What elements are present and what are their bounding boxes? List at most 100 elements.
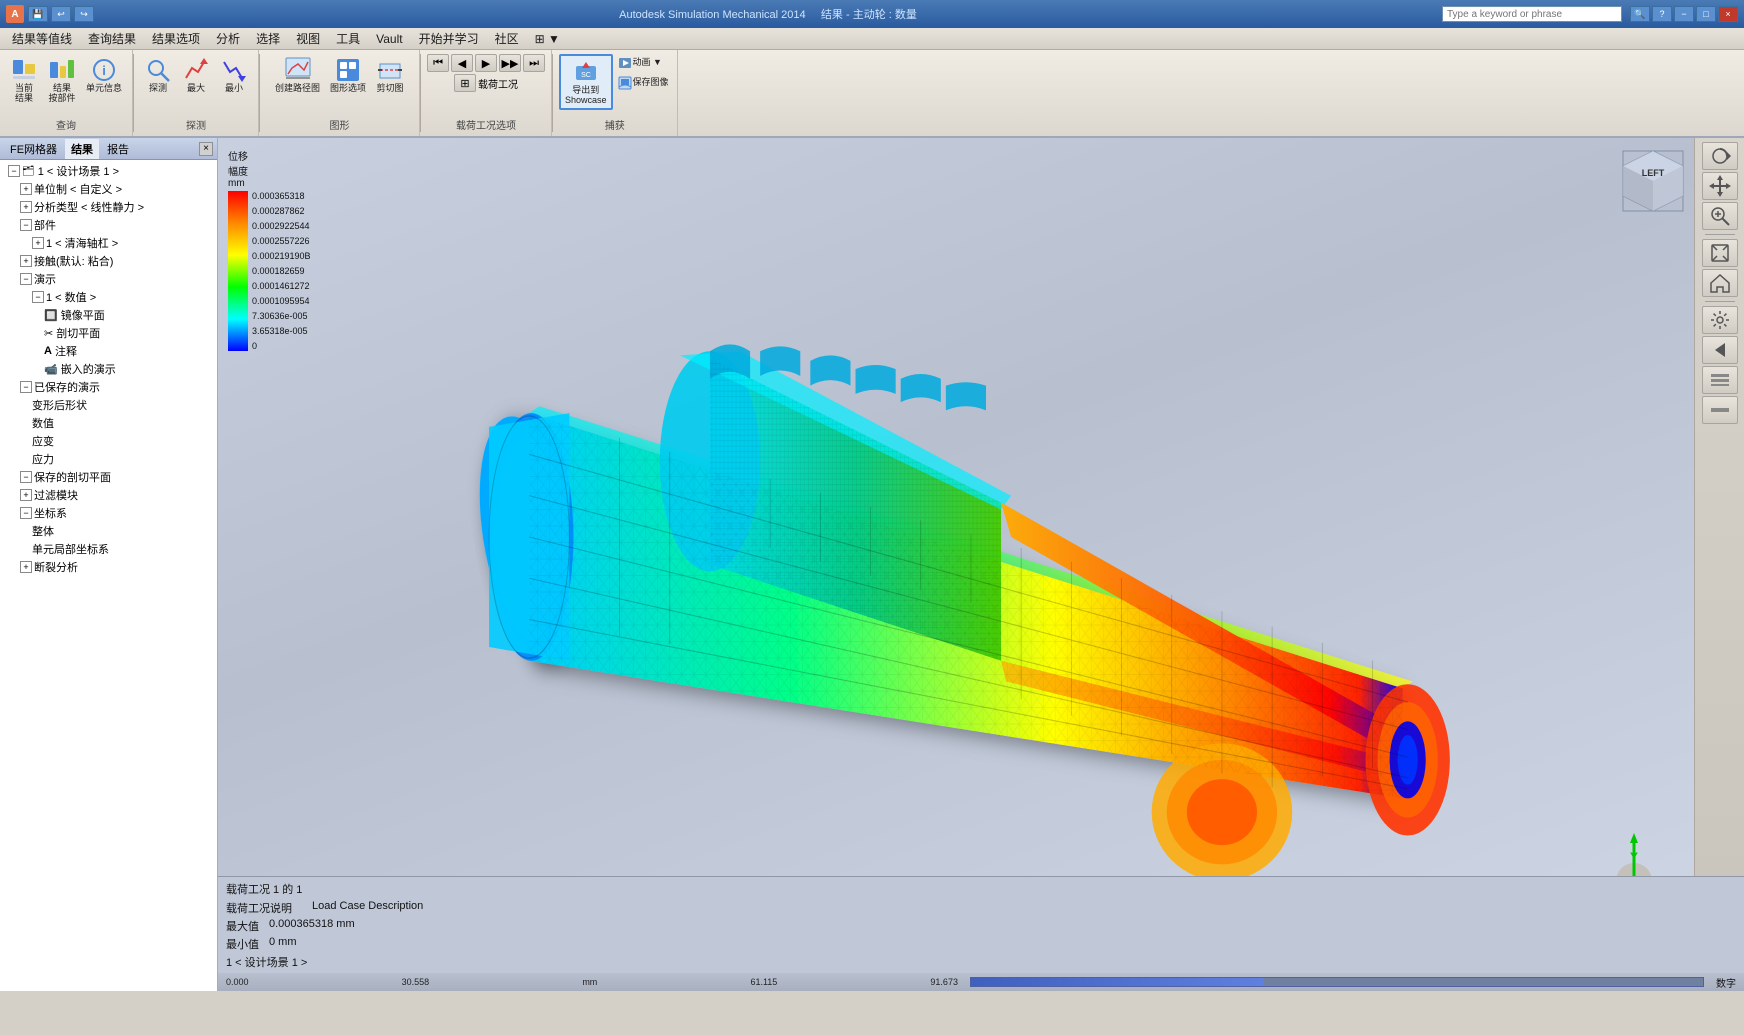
tree-item-design-scenario[interactable]: − 🗂 1 < 设计场景 1 >	[0, 162, 217, 180]
help-icon[interactable]: ?	[1652, 6, 1672, 22]
max-label: 最大	[187, 84, 205, 94]
cut-graph-btn[interactable]: 剪切图	[372, 54, 408, 96]
close-btn[interactable]: ×	[1718, 6, 1738, 22]
loadcase-label: 载荷工况	[478, 76, 518, 91]
search-input[interactable]	[1442, 6, 1622, 22]
expand-icon[interactable]: +	[20, 183, 32, 195]
tree-item-annotation[interactable]: A 注释	[0, 342, 217, 360]
tree-item-data-1[interactable]: − 1 < 数值 >	[0, 288, 217, 306]
prev-frame-btn[interactable]: ◀	[451, 54, 473, 72]
results-by-part-btn[interactable]: 结果按部件	[44, 54, 80, 106]
current-results-btn[interactable]: 当前结果	[6, 54, 42, 106]
rotate-btn[interactable]	[1702, 142, 1738, 170]
expand-icon[interactable]: +	[20, 201, 32, 213]
side-nav-bar-1[interactable]	[1702, 366, 1738, 394]
tree-item-cut-plane[interactable]: ✂ 剖切平面	[0, 324, 217, 342]
home-btn[interactable]	[1702, 269, 1738, 297]
tree-item-contact[interactable]: + 接触(默认: 粘合)	[0, 252, 217, 270]
minimize-btn[interactable]: −	[1674, 6, 1694, 22]
tree-item-filter[interactable]: + 过滤模块	[0, 486, 217, 504]
tree-item-deformed[interactable]: 变形后形状	[0, 396, 217, 414]
first-frame-btn[interactable]: ⏮	[427, 54, 449, 72]
export-showcase-btn[interactable]: SC 导出到Showcase	[559, 54, 613, 110]
loadcase-add-btn[interactable]: ⊞	[454, 74, 476, 92]
menu-select[interactable]: 选择	[248, 28, 288, 49]
qa-undo[interactable]: ↩	[51, 6, 71, 22]
graphics-options-btn[interactable]: 图形选项	[326, 54, 370, 96]
tab-report[interactable]: 报告	[101, 139, 135, 159]
menu-learn[interactable]: 开始并学习	[411, 28, 487, 49]
path-graph-btn[interactable]: 创建路径图	[271, 54, 324, 96]
menu-extra[interactable]: ⊞ ▼	[527, 30, 568, 48]
max-value: 0.000365318 mm	[269, 918, 355, 934]
query-buttons: 当前结果 结果按部件 i 单元信息	[6, 54, 126, 106]
next-frame-btn[interactable]: ▶▶	[499, 54, 521, 72]
tree-item-stress[interactable]: 应力	[0, 450, 217, 468]
tree-item-values[interactable]: 数值	[0, 414, 217, 432]
panel-tabs: FE网格器 结果 报告	[4, 139, 135, 159]
expand-icon[interactable]: −	[32, 291, 44, 303]
tree-item-saved-cut[interactable]: − 保存的剖切平面	[0, 468, 217, 486]
qa-redo[interactable]: ↪	[74, 6, 94, 22]
last-frame-btn[interactable]: ⏭	[523, 54, 545, 72]
menu-results-options[interactable]: 结果选项	[144, 28, 208, 49]
menu-results-contour[interactable]: 结果等值线	[4, 28, 80, 49]
qa-save[interactable]: 💾	[28, 6, 48, 22]
expand-icon[interactable]: −	[20, 219, 32, 231]
tree-item-parts[interactable]: − 部件	[0, 216, 217, 234]
expand-icon[interactable]: −	[8, 165, 20, 177]
min-btn[interactable]: 最小	[216, 54, 252, 96]
capture-group-label: 捕获	[605, 115, 625, 132]
tree-item-local-coord[interactable]: 单元局部坐标系	[0, 540, 217, 558]
expand-icon[interactable]: −	[20, 273, 32, 285]
tree-item-embed-demo[interactable]: 📹 嵌入的演示	[0, 360, 217, 378]
nav-cube[interactable]: LEFT	[1618, 146, 1688, 216]
path-graph-label: 创建路径图	[275, 84, 320, 94]
probe-btn[interactable]: 探测	[140, 54, 176, 96]
tab-fe-editor[interactable]: FE网格器	[4, 139, 63, 159]
expand-icon[interactable]: +	[20, 561, 32, 573]
ribbon-group-loadcase: ⏮ ◀ ▶ ▶▶ ⏭ ⊞ 载荷工况 载荷工况选项	[421, 50, 552, 136]
tree-item-saved-demo[interactable]: − 已保存的演示	[0, 378, 217, 396]
menu-analysis[interactable]: 分析	[208, 28, 248, 49]
progress-section: 0.000 30.558 mm 61.115 91.673	[226, 977, 958, 987]
tree-item-coord[interactable]: − 坐标系	[0, 504, 217, 522]
tree-item-fracture[interactable]: + 断裂分析	[0, 558, 217, 576]
tree-item-mirror-plane[interactable]: 🔲 镜像平面	[0, 306, 217, 324]
expand-icon[interactable]: −	[20, 507, 32, 519]
panel-close-btn[interactable]: ×	[199, 142, 213, 156]
fit-all-btn[interactable]	[1702, 239, 1738, 267]
menu-query-results[interactable]: 查询结果	[80, 28, 144, 49]
zoom-btn[interactable]	[1702, 202, 1738, 230]
menu-community[interactable]: 社区	[487, 28, 527, 49]
pan-btn[interactable]	[1702, 172, 1738, 200]
expand-icon[interactable]: +	[32, 237, 44, 249]
animation-btn[interactable]: 动画 ▼	[615, 54, 671, 72]
element-info-btn[interactable]: i 单元信息	[82, 54, 126, 106]
tree-item-strain[interactable]: 应变	[0, 432, 217, 450]
tree-item-analysis-type[interactable]: + 分析类型 < 线性静力 >	[0, 198, 217, 216]
maximize-btn[interactable]: □	[1696, 6, 1716, 22]
menu-vault[interactable]: Vault	[368, 30, 410, 48]
settings-btn[interactable]	[1702, 306, 1738, 334]
tree-item-global[interactable]: 整体	[0, 522, 217, 540]
viewport[interactable]: 位移 幅度 mm 0.000365318 0.000287862 0.00029…	[218, 138, 1744, 991]
expand-icon[interactable]: +	[20, 489, 32, 501]
tree-icon: 📹	[44, 363, 58, 376]
help-search-btn[interactable]: 🔍	[1630, 6, 1650, 22]
back-btn[interactable]	[1702, 336, 1738, 364]
expand-icon[interactable]: +	[20, 255, 32, 267]
tree-item-part-1[interactable]: + 1 < 清海轴杠 >	[0, 234, 217, 252]
save-image-btn[interactable]: 保存图像	[615, 74, 671, 92]
menu-view[interactable]: 视图	[288, 28, 328, 49]
expand-icon[interactable]: −	[20, 381, 32, 393]
tab-results[interactable]: 结果	[65, 139, 99, 159]
max-btn[interactable]: 最大	[178, 54, 214, 96]
tree-item-unit[interactable]: + 单位制 < 自定义 >	[0, 180, 217, 198]
menu-tools[interactable]: 工具	[328, 28, 368, 49]
playback-controls: ⏮ ◀ ▶ ▶▶ ⏭	[427, 54, 545, 72]
play-btn[interactable]: ▶	[475, 54, 497, 72]
side-nav-bar-2[interactable]	[1702, 396, 1738, 424]
expand-icon[interactable]: −	[20, 471, 32, 483]
tree-item-demo[interactable]: − 演示	[0, 270, 217, 288]
